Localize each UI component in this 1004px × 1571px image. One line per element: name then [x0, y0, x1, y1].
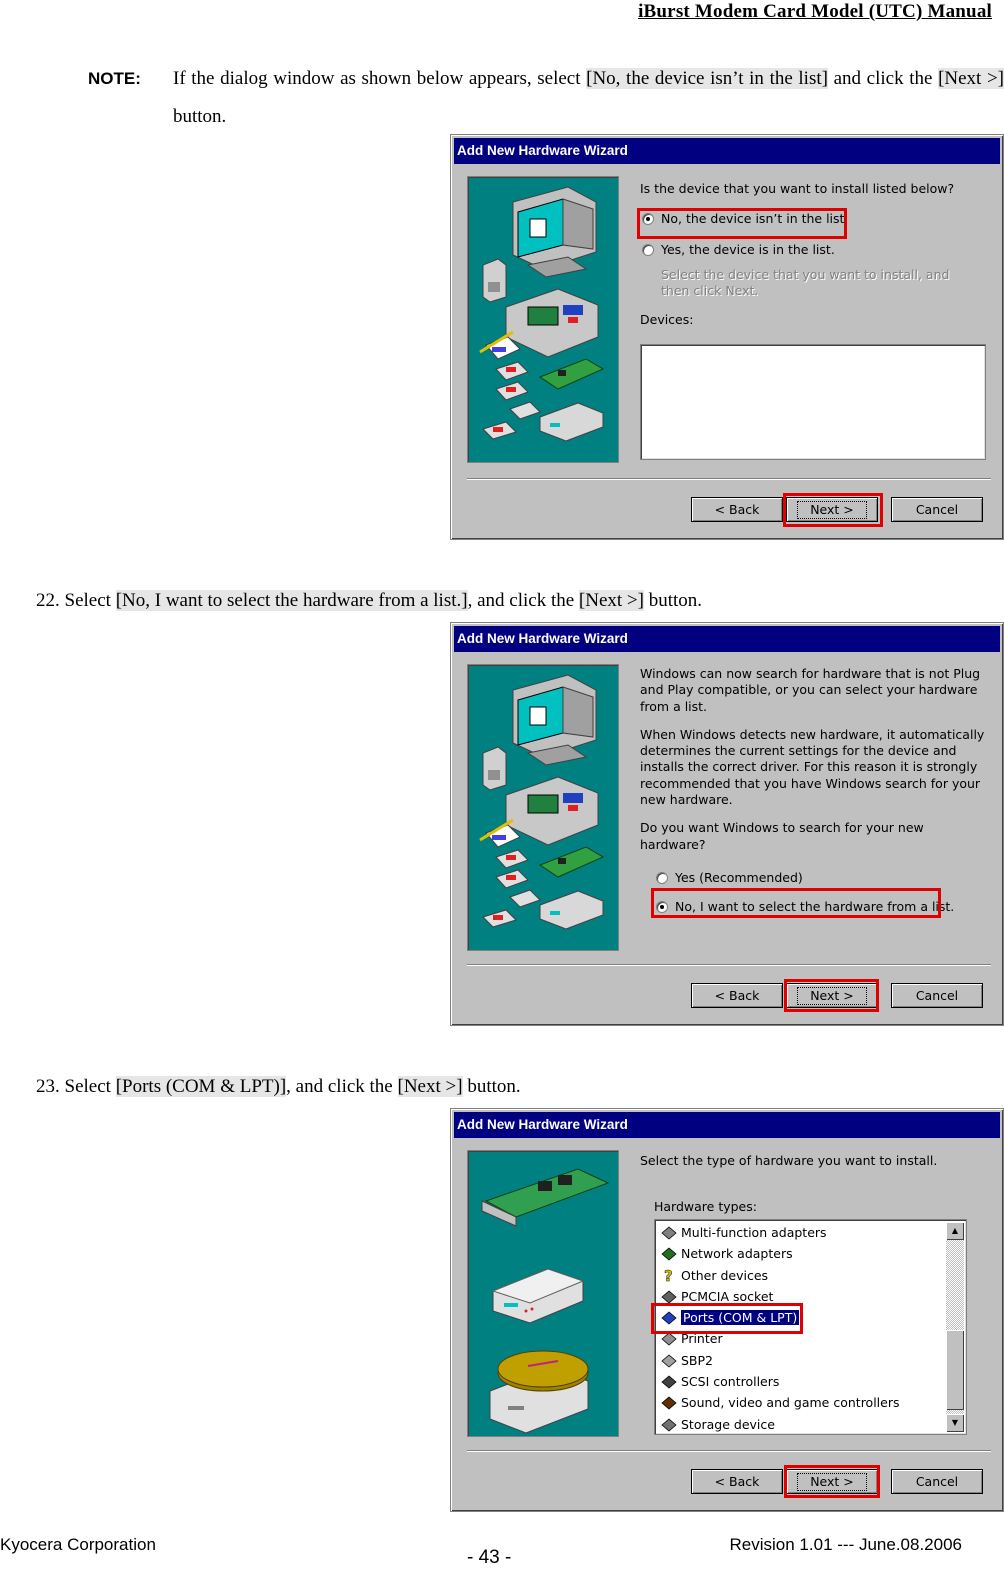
hardware-type-label: Other devices	[681, 1267, 769, 1283]
highlight-box-option	[651, 1303, 803, 1334]
dialog-titlebar: Add New Hardware Wizard	[454, 1112, 1000, 1138]
radio-label: Yes (Recommended)	[675, 869, 803, 885]
svg-text:?: ?	[664, 1268, 673, 1283]
step-text: Select	[59, 1076, 116, 1097]
scroll-up-button[interactable]: ▲	[946, 1222, 964, 1240]
radio-unselected-icon[interactable]	[656, 871, 668, 884]
hardware-devices-icon	[481, 1168, 610, 1434]
hardware-type-label: Sound, video and game controllers	[681, 1395, 900, 1411]
hardware-types-label: Hardware types:	[654, 1199, 757, 1214]
note-text: If the dialog window as shown below appe…	[173, 60, 1004, 136]
hardware-type-item[interactable]: ? Other devices	[657, 1265, 946, 1286]
scroll-thumb[interactable]	[946, 1330, 964, 1410]
vertical-scrollbar[interactable]: ▲ ▼	[946, 1222, 964, 1432]
hardware-type-label: SCSI controllers	[681, 1374, 780, 1390]
step-highlight-option: [Ports (COM & LPT)]	[115, 1076, 287, 1097]
pcmcia-icon	[660, 1289, 677, 1304]
cancel-button[interactable]: Cancel	[891, 983, 983, 1008]
question-mark-icon: ?	[660, 1266, 677, 1285]
note-text-post: button.	[173, 106, 227, 127]
hardware-illustration	[467, 1150, 619, 1437]
dialog-titlebar: Add New Hardware Wizard	[454, 626, 1000, 652]
step-text: , and click the	[467, 590, 579, 611]
step-text: Select	[59, 590, 116, 611]
step-22: 22. Select [No, I want to select the har…	[36, 589, 702, 613]
cancel-button[interactable]: Cancel	[891, 497, 983, 522]
separator	[467, 964, 991, 966]
dialog-body: Select the type of hardware you want to …	[640, 1150, 991, 1216]
note-highlight-next: [Next >]	[938, 68, 1004, 89]
scroll-down-button[interactable]: ▼	[946, 1414, 964, 1432]
hardware-type-label: PCMCIA socket	[681, 1288, 774, 1304]
back-button[interactable]: < Back	[691, 983, 783, 1008]
hardware-type-item[interactable]: SCSI controllers	[657, 1371, 946, 1392]
hardware-type-label: Multi-function adapters	[681, 1225, 827, 1240]
sbp2-icon	[660, 1353, 677, 1368]
devices-listbox[interactable]	[640, 344, 986, 460]
step-highlight-next: [Next >]	[578, 590, 644, 611]
sound-icon	[660, 1395, 677, 1410]
step-number: 22.	[36, 590, 60, 611]
manual-title: iBurst Modem Card Model (UTC) Manual	[638, 1, 992, 22]
search-question: Do you want Windows to search for your n…	[640, 820, 924, 852]
step-highlight-next: [Next >]	[397, 1076, 463, 1097]
hardware-illustration	[467, 176, 619, 463]
hardware-type-item[interactable]: Multi-function adapters	[657, 1222, 946, 1243]
dialog-body: Windows can now search for hardware that…	[640, 664, 991, 918]
hint-text: Select the device that you want to insta…	[661, 267, 950, 298]
highlight-box-next	[783, 493, 883, 527]
wizard-dialog-3: Add New Hardware Wizard Select the type …	[450, 1108, 1004, 1512]
highlight-box-option	[637, 208, 847, 239]
radio-yes-recommended[interactable]: Yes (Recommended)	[654, 867, 991, 889]
step-text: button.	[643, 590, 703, 611]
multifunction-icon	[660, 1225, 677, 1240]
footer-revision: Revision 1.01 --- June.08.2006	[729, 1535, 962, 1554]
hardware-illustration	[467, 664, 619, 951]
hardware-type-label: Storage device	[681, 1416, 775, 1432]
hardware-type-item[interactable]: Sound, video and game controllers	[657, 1392, 946, 1413]
highlight-box-next	[784, 1465, 880, 1498]
note-text-pre: If the dialog window as shown below appe…	[173, 68, 587, 89]
step-text: , and click the	[286, 1076, 398, 1097]
devices-label: Devices:	[640, 312, 694, 327]
radio-label: Yes, the device is in the list.	[661, 242, 835, 257]
back-button[interactable]: < Back	[691, 1469, 783, 1494]
back-button[interactable]: < Back	[691, 497, 783, 522]
hardware-type-item[interactable]: Network adapters	[657, 1243, 946, 1264]
note-highlight-option: [No, the device isn’t in the list]	[586, 68, 828, 89]
computer-hardware-icon	[479, 674, 605, 930]
step-number: 23.	[36, 1076, 60, 1097]
network-adapter-icon	[660, 1246, 677, 1261]
note-paragraph: NOTE: If the dialog window as shown belo…	[88, 60, 1004, 136]
hardware-type-label: SBP2	[681, 1352, 714, 1368]
dialog-body: Is the device that you want to install l…	[640, 176, 991, 329]
hardware-type-item[interactable]: Storage device	[657, 1414, 946, 1434]
cancel-button[interactable]: Cancel	[891, 1469, 983, 1494]
wizard-dialog-1: Add New Hardware Wizard Is the device th…	[450, 134, 1004, 540]
highlight-box-next	[784, 979, 879, 1012]
hardware-type-item[interactable]: SBP2	[657, 1350, 946, 1371]
note-text-mid: and click the	[827, 68, 939, 89]
step-23: 23. Select [Ports (COM & LPT)], and clic…	[36, 1075, 521, 1099]
separator	[467, 478, 991, 480]
hardware-type-label: Network adapters	[681, 1246, 793, 1262]
radio-yes-device-listed[interactable]: Yes, the device is in the list.	[640, 239, 991, 261]
question-label: Is the device that you want to install l…	[640, 181, 955, 196]
storage-icon	[660, 1417, 677, 1432]
detail-paragraph: When Windows detects new hardware, it au…	[640, 726, 985, 808]
separator	[467, 1450, 991, 1452]
footer-page-number: - 43 -	[467, 1547, 512, 1568]
footer-company: Kyocera Corporation	[0, 1535, 156, 1554]
highlight-box-option	[651, 888, 941, 918]
scsi-icon	[660, 1374, 677, 1389]
step-text: button.	[462, 1076, 521, 1097]
note-label: NOTE:	[88, 69, 141, 88]
intro-paragraph: Windows can now search for hardware that…	[640, 666, 981, 714]
step-highlight-option: [No, I want to select the hardware from …	[115, 590, 468, 611]
dialog-titlebar: Add New Hardware Wizard	[454, 138, 1000, 164]
computer-hardware-icon	[479, 186, 605, 442]
radio-unselected-icon[interactable]	[642, 244, 654, 256]
wizard-dialog-2: Add New Hardware Wizard Windows can now …	[450, 622, 1004, 1026]
instruction-label: Select the type of hardware you want to …	[640, 1153, 938, 1168]
